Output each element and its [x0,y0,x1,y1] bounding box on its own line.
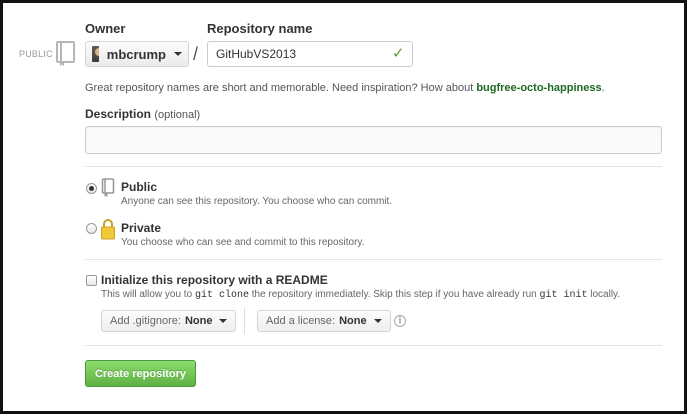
divider [85,259,662,260]
license-label: Add a license: [266,315,336,327]
create-repository-button[interactable]: Create repository [85,360,196,387]
owner-label: Owner [85,21,126,36]
repo-name-input[interactable] [207,41,413,67]
description-input[interactable] [85,126,662,154]
readme-desc-2: the repository immediately. Skip this st… [251,289,537,300]
info-icon[interactable]: i [394,315,406,327]
license-value: None [339,315,367,327]
description-label-text: Description [85,107,152,121]
license-select[interactable]: Add a license: None [257,310,391,332]
public-repo-icon [101,178,115,197]
readme-desc: This will allow you to git clone the rep… [101,289,620,301]
description-optional: (optional) [154,109,201,121]
gitignore-select[interactable]: Add .gitignore: None [101,310,237,332]
name-suggestion-link[interactable]: bugfree-octo-happiness [476,82,601,94]
gitignore-label: Add .gitignore: [110,315,181,327]
name-hint: Great repository names are short and mem… [85,82,605,94]
owner-value: mbcrump [106,46,166,62]
divider [85,345,662,346]
readme-checkbox[interactable] [86,275,97,286]
public-radio[interactable] [86,183,97,194]
repo-book-icon [56,41,75,66]
public-option-desc: Anyone can see this repository. You choo… [121,196,393,207]
readme-label: Initialize this repository with a README [101,273,328,287]
hint-end: . [601,82,605,94]
chevron-down-icon [373,319,382,323]
checkmark-icon: ✓ [392,45,405,62]
window-frame: Owner Repository name PUBLIC mbcrump / ✓… [0,0,687,414]
description-label: Description (optional) [85,107,200,121]
readme-desc-1: This will allow you to [101,289,193,300]
private-option-desc: You choose who can see and commit to thi… [121,237,365,248]
readme-desc-3: locally. [590,289,621,300]
repo-name-label: Repository name [207,21,313,36]
divider [85,166,662,167]
owner-repo-separator: / [193,44,199,64]
chevron-down-icon [174,52,182,56]
chevron-down-icon [219,319,228,323]
private-option-title: Private [121,221,162,235]
select-separator [244,308,245,334]
public-tag: PUBLIC [19,49,53,59]
hint-text: Great repository names are short and mem… [85,82,474,94]
readme-code-1: git clone [194,290,249,301]
public-option-title: Public [121,180,158,194]
lock-icon [101,219,115,240]
gitignore-value: None [184,315,213,327]
readme-code-2: git init [539,290,588,301]
owner-select[interactable]: mbcrump [85,41,189,67]
avatar [92,46,99,62]
private-radio[interactable] [86,223,97,234]
